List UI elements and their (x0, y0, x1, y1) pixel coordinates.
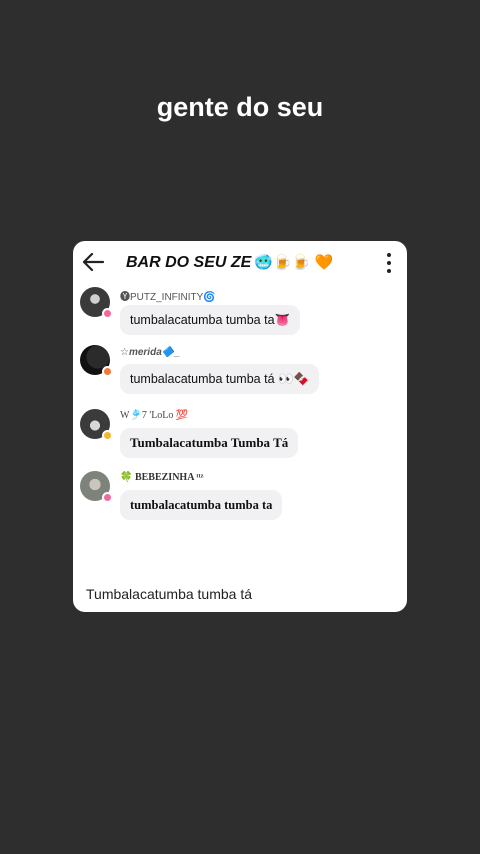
chat-screenshot-card: BAR DO SEU ZE 🥶🍺🍺 🧡 🅨PUTZ_INFINITY🌀 tumba… (73, 241, 407, 612)
avatar[interactable] (80, 345, 113, 377)
avatar-badge (102, 492, 113, 503)
chat-title-text: BAR DO SEU ZE (126, 254, 252, 271)
message-username: 🍀 BEBEZINHA ᵗᵗᶻ (120, 472, 204, 483)
more-vertical-icon[interactable] (379, 251, 399, 275)
story-caption: gente do seu (156, 92, 324, 122)
message-bubble[interactable]: Tumbalacatumba Tumba Tá (120, 428, 299, 458)
avatar-badge (102, 430, 113, 441)
chat-title: BAR DO SEU ZE 🥶🍺🍺 🧡 (126, 253, 333, 272)
message-bubble[interactable]: tumbalacatumba tumba tá 👀🍫 (120, 364, 320, 394)
message-bubble[interactable]: tumbalacatumba tumba ta👅 (120, 305, 301, 335)
chat-title-emojis: 🥶🍺🍺 🧡 (254, 254, 334, 271)
message-input[interactable]: Tumbalacatumba tumba tá (86, 586, 252, 602)
message-username: W🎐7 'LoLo 💯 (120, 410, 189, 421)
avatar[interactable] (80, 409, 113, 441)
message-username: ☆merida🔷_ (120, 347, 180, 358)
chat-header: BAR DO SEU ZE 🥶🍺🍺 🧡 (73, 241, 407, 285)
back-arrow-icon[interactable] (81, 251, 105, 273)
message-username: 🅨PUTZ_INFINITY🌀 (120, 292, 216, 303)
avatar-badge (102, 308, 113, 319)
avatar-badge (102, 366, 113, 377)
message-bubble[interactable]: tumbalacatumba tumba ta (120, 490, 283, 520)
avatar[interactable] (80, 471, 113, 503)
avatar[interactable] (80, 287, 113, 319)
